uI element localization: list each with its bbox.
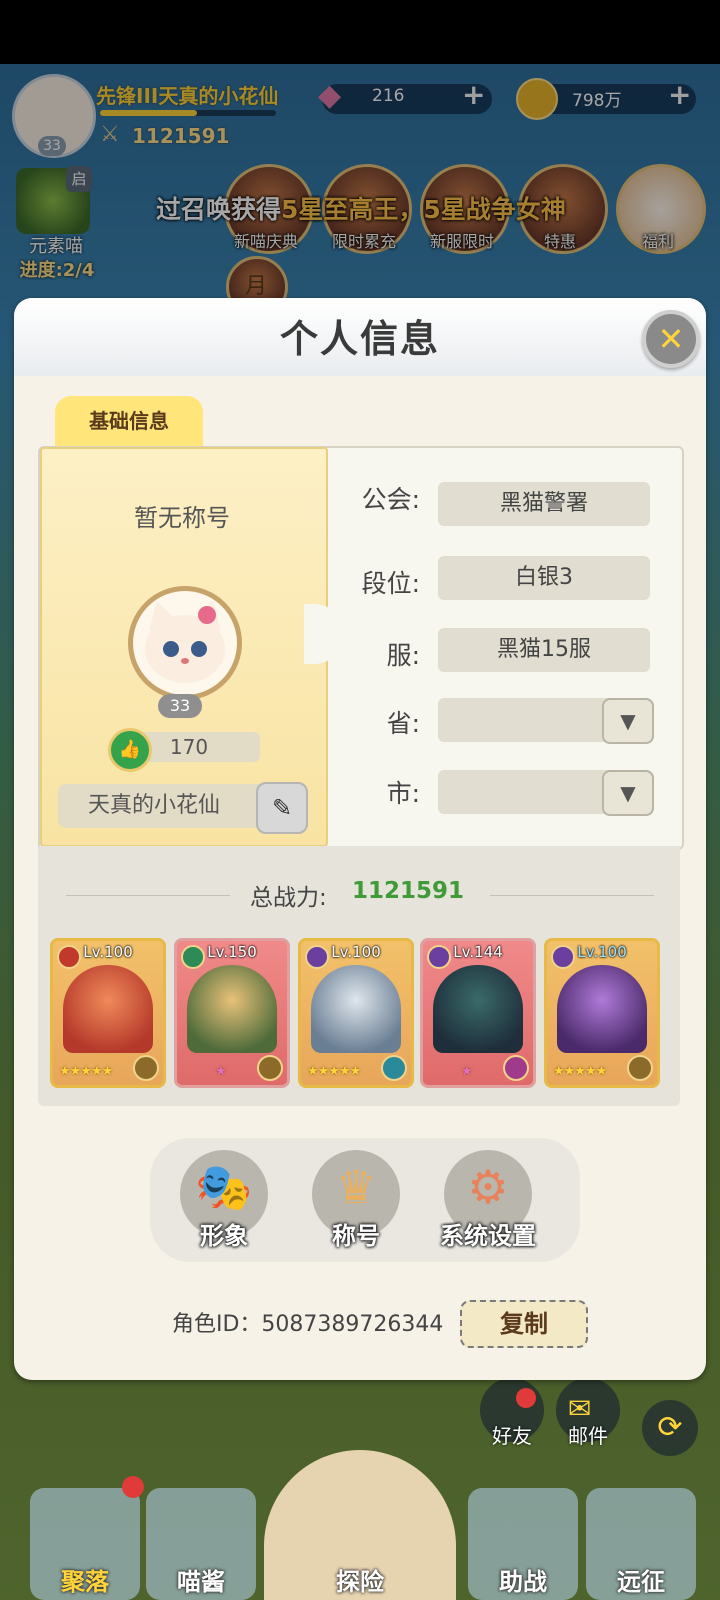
hero-card[interactable]: Lv.150 ★ bbox=[174, 938, 290, 1088]
class-icon bbox=[627, 1055, 653, 1081]
gear-icon: ⚙ bbox=[467, 1160, 509, 1214]
hero-card[interactable]: Lv.144 ★ bbox=[420, 938, 536, 1088]
nav-label-assist: 助战 bbox=[499, 1568, 547, 1596]
hero-level: Lv.100 bbox=[577, 943, 627, 961]
total-power-label: 总战力: bbox=[250, 885, 327, 911]
hero-portrait bbox=[557, 965, 647, 1053]
server-value: 黑猫15服 bbox=[438, 628, 650, 672]
divider-left bbox=[66, 895, 230, 896]
guild-value: 黑猫警署 bbox=[438, 482, 650, 526]
close-button[interactable]: ✕ bbox=[642, 310, 700, 368]
settings-label: 系统设置 bbox=[440, 1222, 536, 1250]
city-dropdown-button[interactable]: ▼ bbox=[602, 770, 654, 816]
hero-portrait bbox=[187, 965, 277, 1053]
edit-name-button[interactable]: ✎ bbox=[256, 782, 308, 834]
title-button[interactable]: ♛ 称号 bbox=[308, 1150, 404, 1250]
hero-level: Lv.100 bbox=[83, 943, 133, 961]
nav-label-expedition: 远征 bbox=[617, 1568, 665, 1596]
thumbs-up-icon[interactable]: 👍 bbox=[108, 728, 152, 772]
mask-icon: 🎭 bbox=[195, 1160, 253, 1214]
nav-notification-dot bbox=[122, 1476, 144, 1498]
class-icon bbox=[257, 1055, 283, 1081]
rank-label: 段位: bbox=[361, 569, 420, 598]
city-label: 市: bbox=[386, 779, 420, 808]
pencil-icon: ✎ bbox=[271, 794, 293, 822]
hero-card[interactable]: Lv.100 ★★★★★ bbox=[544, 938, 660, 1088]
total-power-value: 1121591 bbox=[352, 878, 465, 904]
crown-wings-icon: ♛ bbox=[335, 1160, 377, 1214]
chevron-down-icon: ▼ bbox=[620, 781, 636, 805]
profile-level-badge: 33 bbox=[158, 694, 202, 718]
hero-portrait bbox=[311, 965, 401, 1053]
server-label: 服: bbox=[386, 641, 420, 670]
chevron-down-icon: ▼ bbox=[620, 709, 636, 733]
class-icon bbox=[381, 1055, 407, 1081]
cat-face-icon bbox=[145, 601, 225, 683]
class-icon bbox=[133, 1055, 159, 1081]
mail-label: 邮件 bbox=[568, 1424, 608, 1448]
hero-level: Lv.144 bbox=[453, 943, 503, 961]
close-icon: ✕ bbox=[657, 320, 685, 358]
nav-label-settlement: 聚落 bbox=[61, 1568, 109, 1596]
role-id: 角色ID：5087389726344 bbox=[172, 1312, 444, 1337]
profile-avatar[interactable] bbox=[128, 586, 242, 700]
province-label: 省: bbox=[386, 709, 420, 738]
divider-right bbox=[490, 895, 654, 896]
hero-level: Lv.100 bbox=[331, 943, 381, 961]
hero-stars: ★★★★★ bbox=[553, 1064, 607, 1079]
hero-portrait bbox=[63, 965, 153, 1053]
hero-stars: ★ bbox=[461, 1064, 473, 1079]
player-title-placeholder: 暂无称号 bbox=[134, 504, 230, 532]
friends-label: 好友 bbox=[492, 1424, 532, 1448]
copy-button[interactable]: 复制 bbox=[460, 1300, 588, 1348]
appearance-button[interactable]: 🎭 形象 bbox=[176, 1150, 272, 1250]
dialog-title: 个人信息 bbox=[279, 317, 440, 361]
nav-label-cats: 喵酱 bbox=[177, 1568, 225, 1596]
refresh-icon[interactable]: ⟳ bbox=[642, 1400, 698, 1456]
hero-card[interactable]: Lv.100 ★★★★★ bbox=[50, 938, 166, 1088]
province-dropdown-button[interactable]: ▼ bbox=[602, 698, 654, 744]
nav-label-adventure: 探险 bbox=[336, 1568, 384, 1596]
friends-notification-dot bbox=[516, 1388, 536, 1408]
guild-label: 公会: bbox=[361, 485, 420, 514]
hero-portrait bbox=[433, 965, 523, 1053]
hero-level: Lv.150 bbox=[207, 943, 257, 961]
class-icon bbox=[503, 1055, 529, 1081]
rank-value: 白银3 bbox=[438, 556, 650, 600]
hero-stars: ★★★★★ bbox=[307, 1064, 361, 1079]
appearance-label: 形象 bbox=[200, 1222, 248, 1250]
hero-stars: ★★★★★ bbox=[59, 1064, 113, 1079]
hero-stars: ★ bbox=[215, 1064, 227, 1079]
title-label: 称号 bbox=[332, 1222, 380, 1250]
hero-card[interactable]: Lv.100 ★★★★★ bbox=[298, 938, 414, 1088]
system-settings-button[interactable]: ⚙ 系统设置 bbox=[440, 1150, 536, 1250]
tab-basic-info[interactable]: 基础信息 bbox=[55, 396, 203, 448]
